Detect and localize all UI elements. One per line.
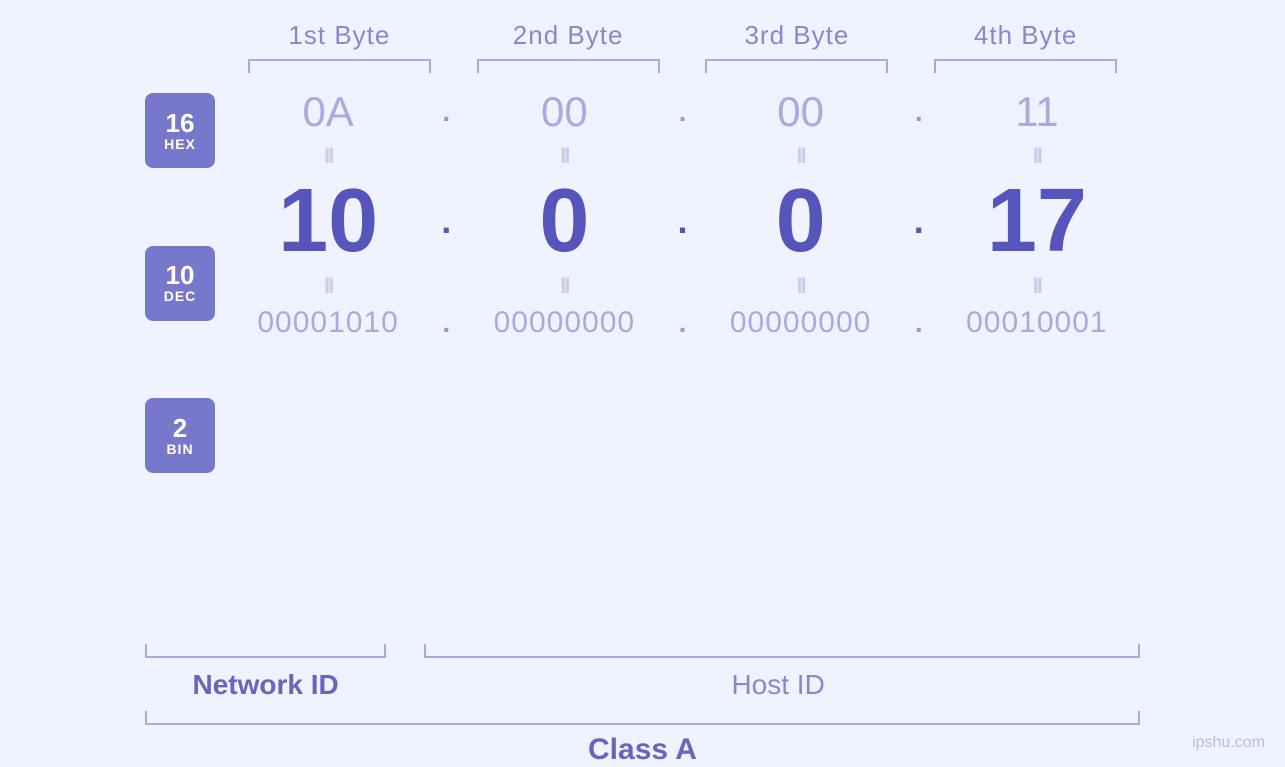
eq1-sign-4: II [1033,143,1041,169]
bin-badge-number: 2 [173,415,187,441]
dec-badge-wrapper: 10 DEC [145,233,225,333]
bracket-cell-2 [454,59,683,73]
hex-cell-1: 0A [225,88,431,136]
hex-badge: 16 HEX [145,93,215,168]
network-id-label: Network ID [145,669,386,701]
dec-badge-label: DEC [164,288,197,304]
byte-headers: 1st Byte 2nd Byte 3rd Byte 4th Byte [0,20,1285,51]
bin-value-1: 00001010 [257,306,398,340]
bin-badge-wrapper: 2 BIN [145,403,225,468]
dec-value-1: 10 [278,176,378,266]
bottom-bracket-right [424,644,1140,658]
bin-cell-3: 00000000 [698,306,904,340]
eq1-cell-1: II [225,143,431,169]
dec-value-4: 17 [987,176,1087,266]
bottom-labels-row: Network ID Host ID [145,669,1140,701]
class-a-bracket [145,711,1140,725]
top-bracket-2 [477,59,660,73]
dec-dot-2: . [668,200,698,242]
bin-dot-2: . [668,307,698,339]
hex-dot-1: . [431,96,461,128]
eq2-sign-2: II [560,273,568,299]
bottom-section: Network ID Host ID [0,644,1285,701]
eq2-sign-3: II [797,273,805,299]
hex-row: 0A . 00 . 00 . 11 [225,88,1140,136]
eq1-cell-2: II [461,143,667,169]
dec-row: 10 . 0 . 0 . 17 [225,176,1140,266]
top-brackets [0,59,1285,73]
hex-cell-4: 11 [934,88,1140,136]
main-content: 16 HEX 10 DEC 2 BIN [0,88,1285,644]
bin-dot-1: . [431,307,461,339]
equals-row-2: II II II II [225,266,1140,306]
main-container: 1st Byte 2nd Byte 3rd Byte 4th Byte 16 H… [0,0,1285,767]
hex-value-3: 00 [777,88,824,136]
top-bracket-3 [705,59,888,73]
hex-badge-label: HEX [164,136,196,152]
class-a-label: Class A [145,733,1140,767]
dec-dot-1: . [431,200,461,242]
eq1-sign-3: II [797,143,805,169]
eq2-cell-2: II [461,273,667,299]
bin-dot-3: . [904,307,934,339]
watermark: ipshu.com [1192,734,1265,752]
host-id-label: Host ID [416,669,1140,701]
bracket-cell-4 [911,59,1140,73]
bin-value-2: 00000000 [494,306,635,340]
dec-cell-3: 0 [698,176,904,266]
top-bracket-4 [934,59,1117,73]
dec-badge-number: 10 [166,262,195,288]
bin-cell-2: 00000000 [461,306,667,340]
data-area: 0A . 00 . 00 . 11 II [225,88,1140,340]
bin-cell-1: 00001010 [225,306,431,340]
dec-cell-1: 10 [225,176,431,266]
hex-cell-2: 00 [461,88,667,136]
bin-value-3: 00000000 [730,306,871,340]
byte-3-header: 3rd Byte [683,20,912,51]
eq1-sign-2: II [560,143,568,169]
dec-badge: 10 DEC [145,246,215,321]
class-a-section: Class A [0,711,1285,767]
bracket-cell-1 [225,59,454,73]
eq1-sign-1: II [324,143,332,169]
bottom-brackets-row [145,644,1140,664]
dec-value-2: 0 [539,176,589,266]
eq2-sign-1: II [324,273,332,299]
top-bracket-1 [248,59,431,73]
badge-column: 16 HEX 10 DEC 2 BIN [145,88,225,468]
hex-cell-3: 00 [698,88,904,136]
byte-4-header: 4th Byte [911,20,1140,51]
bin-value-4: 00010001 [966,306,1107,340]
hex-dot-2: . [668,96,698,128]
byte-1-header: 1st Byte [225,20,454,51]
bin-row: 00001010 . 00000000 . 00000000 . 0001000… [225,306,1140,340]
eq2-cell-4: II [934,273,1140,299]
dec-cell-2: 0 [461,176,667,266]
bottom-dot-spacer [386,669,416,701]
hex-value-2: 00 [541,88,588,136]
bottom-bracket-left [145,644,386,658]
byte-2-header: 2nd Byte [454,20,683,51]
hex-dot-3: . [904,96,934,128]
equals-row-1: II II II II [225,136,1140,176]
dec-cell-4: 17 [934,176,1140,266]
bin-cell-4: 00010001 [934,306,1140,340]
dec-value-3: 0 [776,176,826,266]
hex-badge-number: 16 [166,110,195,136]
eq1-cell-4: II [934,143,1140,169]
eq1-cell-3: II [698,143,904,169]
hex-value-1: 0A [302,88,353,136]
bracket-cell-3 [683,59,912,73]
bin-badge: 2 BIN [145,398,215,473]
hex-value-4: 11 [1015,88,1059,136]
eq2-sign-4: II [1033,273,1041,299]
dec-dot-3: . [904,200,934,242]
hex-badge-wrapper: 16 HEX [145,98,225,163]
eq2-cell-3: II [698,273,904,299]
eq2-cell-1: II [225,273,431,299]
bin-badge-label: BIN [166,441,193,457]
